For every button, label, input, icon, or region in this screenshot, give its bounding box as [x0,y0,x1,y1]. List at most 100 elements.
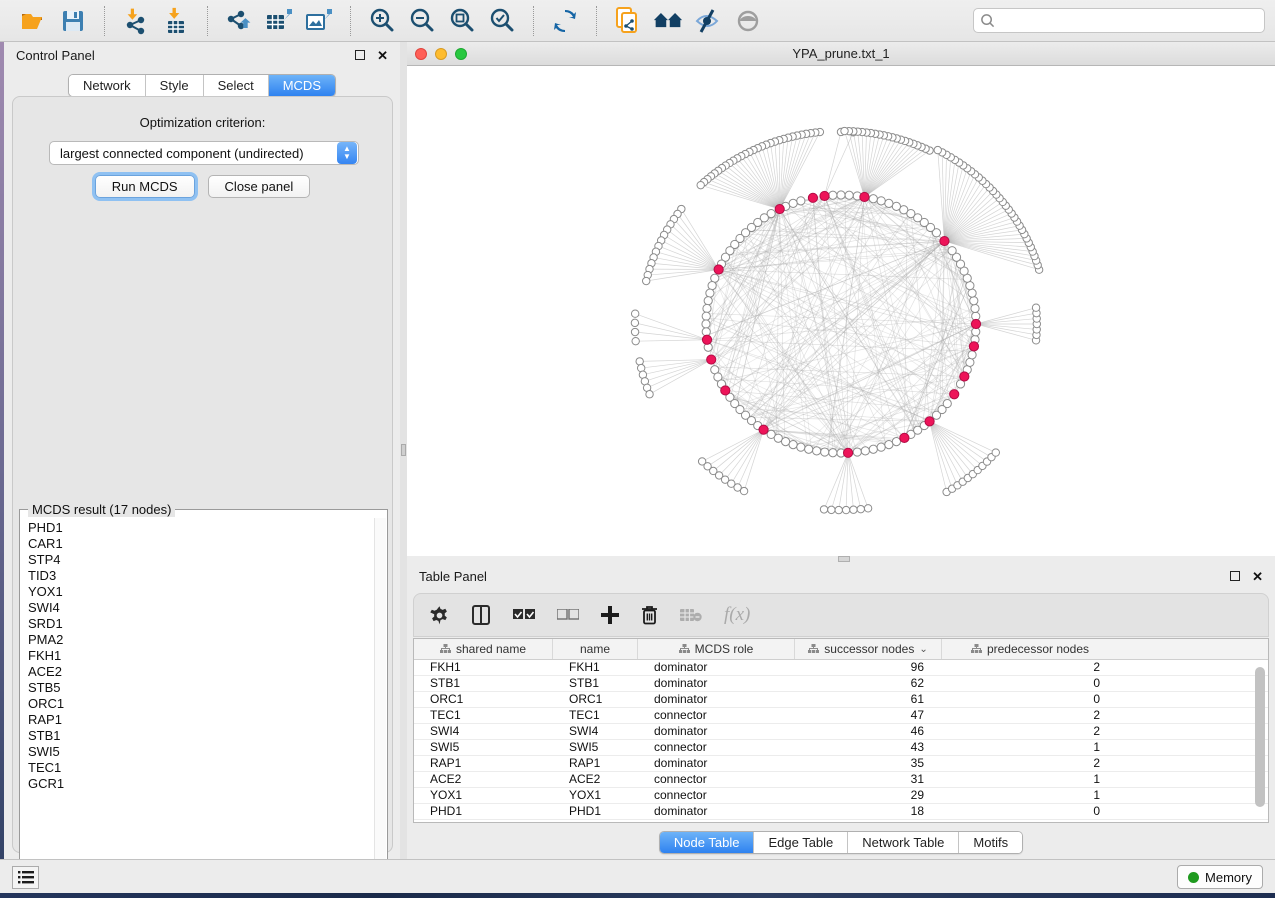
show-log-console-button[interactable] [12,866,39,889]
table-cell[interactable]: connector [638,740,795,755]
table-scrollbar-thumb[interactable] [1255,667,1265,807]
table-row[interactable]: FKH1FKH1dominator962 [414,660,1268,676]
network-node[interactable] [869,195,877,203]
table-row[interactable]: ORC1ORC1dominator610 [414,692,1268,708]
zoom-fit-icon[interactable] [447,6,477,36]
table-settings-gear-icon[interactable] [430,606,449,625]
close-panel-icon[interactable]: ✕ [377,49,388,62]
table-cell[interactable]: 1 [942,772,1118,787]
mcds-hub-node[interactable] [714,265,723,274]
tab-edge-table[interactable]: Edge Table [754,832,848,853]
table-cell[interactable]: 2 [942,660,1118,675]
network-node[interactable] [853,448,861,456]
sort-descending-icon[interactable]: ⌄ [919,644,927,655]
mcds-hub-node[interactable] [820,191,829,200]
zoom-selected-icon[interactable] [487,6,517,36]
mcds-hub-node[interactable] [860,192,869,201]
network-node[interactable] [789,441,797,449]
table-cell[interactable]: STB1 [553,676,638,691]
mcds-result-item[interactable]: RAP1 [28,712,376,728]
mcds-hub-node[interactable] [925,417,934,426]
table-cell[interactable]: 43 [795,740,942,755]
mcds-hub-node[interactable] [808,193,817,202]
table-cell[interactable]: SWI5 [553,740,638,755]
column-header-predecessor-nodes[interactable]: predecessor nodes [942,639,1118,659]
table-row[interactable]: PHD1PHD1dominator180 [414,804,1268,820]
network-node[interactable] [970,297,978,305]
mcds-result-item[interactable]: ACE2 [28,664,376,680]
table-cell[interactable]: RAP1 [553,756,638,771]
mcds-hub-node[interactable] [721,386,730,395]
mcds-hub-node[interactable] [702,335,711,344]
mcds-hub-node[interactable] [759,425,768,434]
export-network-icon[interactable] [224,6,254,36]
network-node[interactable] [943,399,951,407]
tab-network-table[interactable]: Network Table [848,832,959,853]
network-node[interactable] [703,304,711,312]
mcds-hub-node[interactable] [969,342,978,351]
mcds-result-list[interactable]: PHD1CAR1STP4TID3YOX1SWI4SRD1PMA2FKH1ACE2… [21,518,376,882]
table-cell[interactable]: SWI5 [414,740,553,755]
mcds-hub-node[interactable] [960,372,969,381]
search-input[interactable] [995,13,1258,28]
network-leaf-node[interactable] [841,127,848,134]
tab-style[interactable]: Style [146,75,204,96]
table-cell[interactable]: 0 [942,676,1118,691]
network-node[interactable] [781,438,789,446]
column-header-name[interactable]: name [553,639,638,659]
table-cell[interactable]: dominator [638,756,795,771]
export-image-icon[interactable] [304,6,334,36]
network-node[interactable] [829,191,837,199]
mcds-result-item[interactable]: GCR1 [28,776,376,792]
network-canvas[interactable] [407,67,1275,556]
splitter-grip[interactable] [401,444,406,456]
table-cell[interactable]: 96 [795,660,942,675]
network-node[interactable] [892,202,900,210]
network-node[interactable] [968,351,976,359]
table-cell[interactable]: 35 [795,756,942,771]
network-node[interactable] [885,199,893,207]
table-cell[interactable]: FKH1 [414,660,553,675]
mcds-result-item[interactable]: YOX1 [28,584,376,600]
table-cell[interactable]: 61 [795,692,942,707]
network-node[interactable] [708,282,716,290]
network-window-titlebar[interactable]: YPA_prune.txt_1 [407,42,1275,66]
delete-column-icon[interactable] [641,605,658,625]
network-leaf-node[interactable] [646,391,653,398]
import-network-icon[interactable] [121,6,151,36]
mcds-result-item[interactable]: TID3 [28,568,376,584]
network-leaf-node[interactable] [820,506,827,513]
mcds-result-item[interactable]: STB1 [28,728,376,744]
network-leaf-node[interactable] [835,506,842,513]
table-cell[interactable]: ORC1 [553,692,638,707]
table-cell[interactable]: 29 [795,788,942,803]
network-leaf-node[interactable] [934,146,941,153]
network-leaf-node[interactable] [992,449,999,456]
network-leaf-node[interactable] [828,506,835,513]
table-cell[interactable]: RAP1 [414,756,553,771]
table-cell[interactable]: connector [638,772,795,787]
mcds-result-item[interactable]: FKH1 [28,648,376,664]
hide-selected-icon[interactable] [693,6,723,36]
mcds-result-item[interactable]: CAR1 [28,536,376,552]
network-node[interactable] [948,247,956,255]
criterion-dropdown[interactable]: largest connected component (undirected)… [49,141,359,165]
column-header-MCDS-role[interactable]: MCDS role [638,639,795,659]
table-cell[interactable]: ACE2 [553,772,638,787]
network-leaf-node[interactable] [864,505,871,512]
table-cell[interactable]: ACE2 [414,772,553,787]
network-node[interactable] [877,197,885,205]
mcds-result-item[interactable]: STB5 [28,680,376,696]
mcds-hub-node[interactable] [843,448,852,457]
network-leaf-node[interactable] [740,487,747,494]
mcds-result-item[interactable]: STP4 [28,552,376,568]
network-leaf-node[interactable] [643,277,650,284]
network-leaf-node[interactable] [842,506,849,513]
show-columns-icon[interactable] [471,605,491,625]
node-table[interactable]: shared namenameMCDS rolesuccessor nodes⌄… [413,638,1269,823]
table-cell[interactable]: 18 [795,804,942,819]
table-scrollbar[interactable] [1255,663,1266,821]
table-cell[interactable]: 0 [942,692,1118,707]
run-mcds-button[interactable]: Run MCDS [95,175,195,198]
table-row[interactable]: TEC1TEC1connector472 [414,708,1268,724]
